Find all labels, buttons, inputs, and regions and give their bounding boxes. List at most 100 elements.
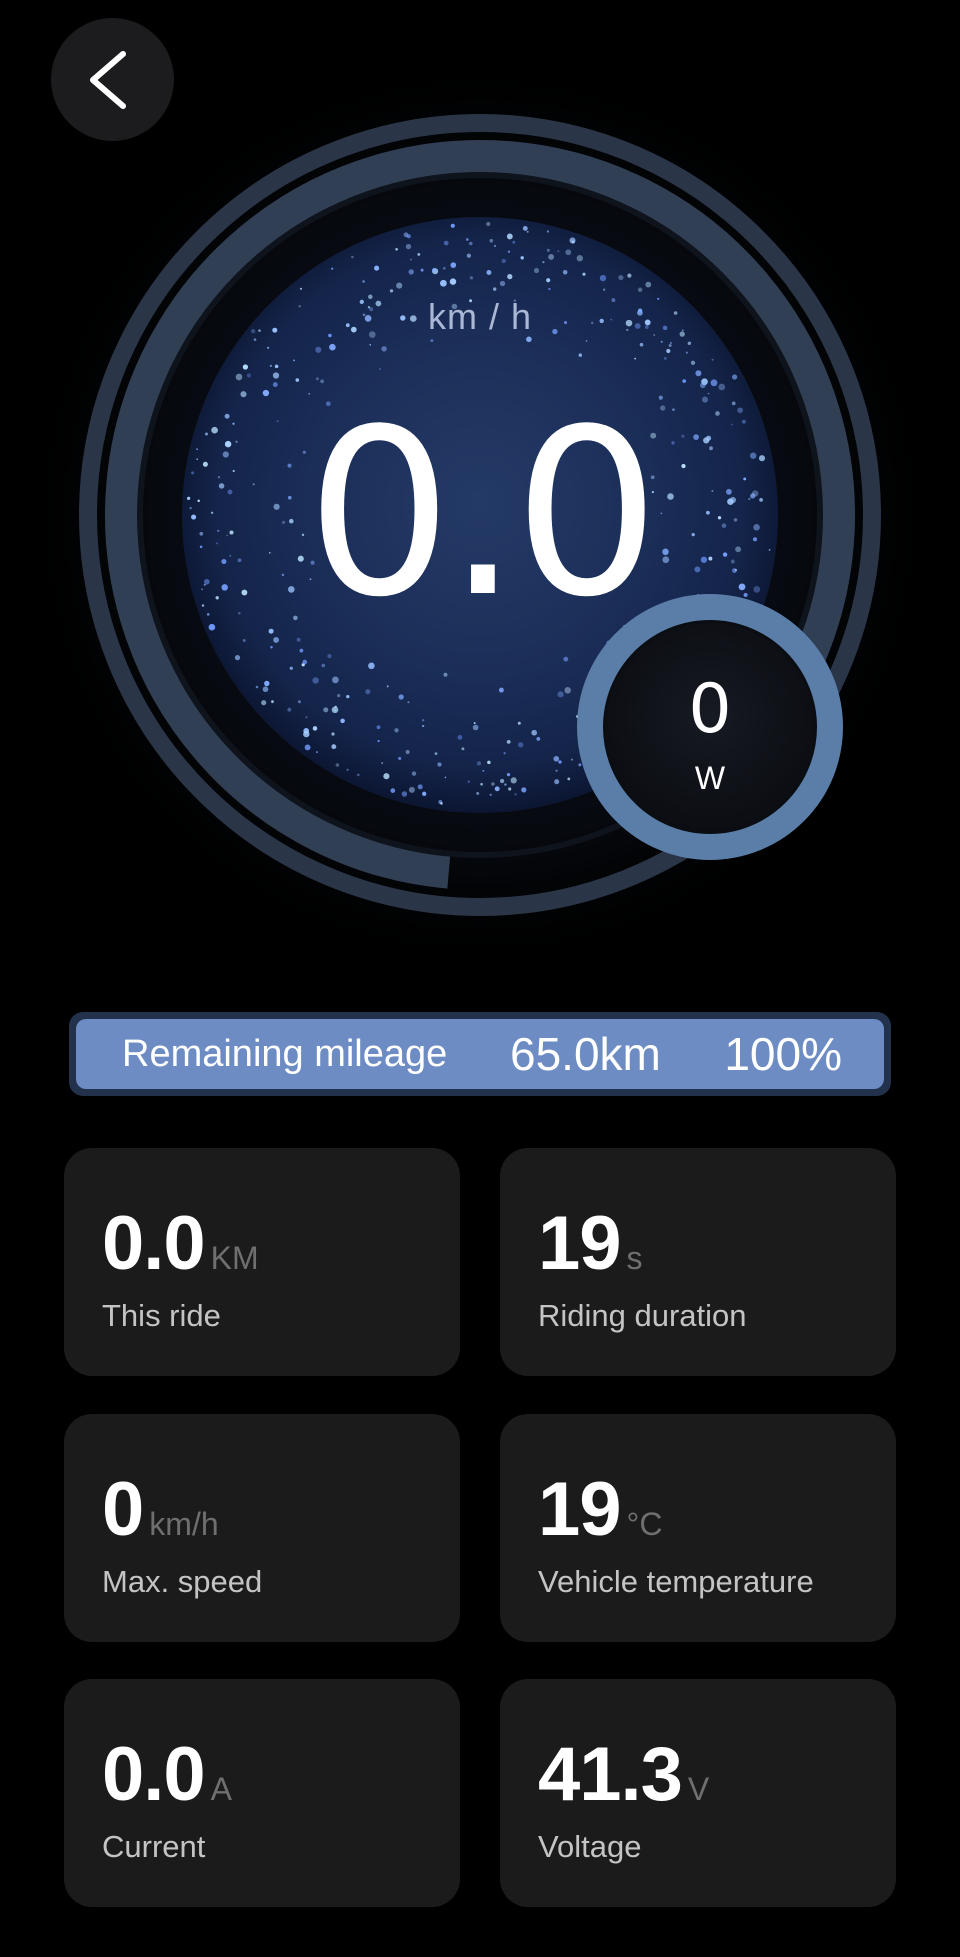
star-particle [377,740,380,743]
star-particle [196,448,199,451]
star-particle [486,270,492,275]
star-particle [331,732,335,736]
star-particle [546,278,551,283]
star-particle [557,250,560,252]
star-particle [270,700,274,704]
star-particle [369,307,374,312]
star-particle [432,268,436,272]
star-particle [201,604,205,607]
star-particle [405,749,410,755]
star-particle [215,596,219,600]
star-particle [563,656,569,662]
star-particle [562,270,568,275]
star-particle [205,432,208,436]
star-particle [564,687,571,694]
star-particle [759,498,763,502]
star-particle [443,240,449,246]
star-particle [299,287,303,290]
star-particle [407,701,410,704]
star-particle [269,364,272,367]
star-particle [315,346,322,353]
stat-label: Current [102,1829,206,1864]
star-particle [657,297,660,300]
stat-label: Vehicle temperature [538,1564,814,1599]
star-particle [553,755,560,762]
star-particle [191,471,195,475]
star-particle [489,238,494,243]
star-particle [323,707,329,713]
star-particle [514,793,517,796]
star-particle [374,265,380,271]
star-particle [287,707,292,712]
star-particle [440,279,447,287]
star-particle [731,374,738,380]
star-particle [499,778,505,784]
star-particle [315,377,319,381]
star-particle [501,258,506,264]
star-particle [521,787,527,793]
star-particle [295,378,300,382]
mileage-fill: Remaining mileage 65.0km 100% [76,1019,884,1089]
star-particle [411,771,417,776]
star-particle [730,423,733,426]
star-particle [199,531,204,536]
stat-card-this-ride: 0.0 KM This ride [64,1148,460,1376]
stat-label: Max. speed [102,1564,263,1599]
star-particle [469,276,474,280]
star-particle [386,685,389,688]
star-particle [758,455,766,462]
star-particle [743,477,747,481]
star-particle [493,287,497,291]
star-particle [644,319,651,326]
star-particle [569,237,576,244]
star-particle [634,323,641,329]
star-particle [536,737,541,741]
star-particle [743,593,747,597]
mileage-percent: 100% [724,1028,842,1080]
star-particle [444,776,447,779]
star-particle [450,262,457,268]
stat-label: Riding duration [538,1298,747,1333]
star-particle [508,787,512,791]
star-particle [512,240,516,244]
star-particle [331,267,334,270]
star-particle [337,694,341,698]
star-particle [321,663,326,668]
star-particle [768,549,771,551]
stat-card-max-speed: 0 km/h Max. speed [64,1414,460,1642]
star-particle [221,584,228,591]
star-particle [625,319,633,327]
star-particle [645,281,652,288]
star-particle [289,666,293,670]
star-particle [395,247,398,251]
star-particle [695,370,702,377]
star-particle [599,318,604,324]
star-particle [752,537,758,542]
star-particle [368,294,373,300]
star-particle [312,726,318,731]
star-particle [332,676,339,684]
star-particle [673,311,678,315]
star-particle [274,364,279,369]
star-particle [491,782,495,786]
star-particle [639,342,644,347]
star-particle [489,793,492,796]
star-particle [518,742,524,748]
star-particle [222,451,229,458]
star-particle [734,568,738,572]
star-particle [504,783,507,786]
star-particle [346,694,350,699]
star-particle [224,413,230,419]
star-particle [422,791,427,796]
star-particle [235,373,243,381]
speed-value: 0.0 [306,381,660,648]
speed-unit-label: km / h [427,296,532,337]
star-particle [299,648,304,653]
star-particle [331,706,339,714]
star-particle [408,269,414,275]
star-particle [473,722,476,725]
star-particle [362,313,366,317]
star-particle [565,249,572,256]
star-particle [748,497,751,501]
power-value: 0 [688,670,732,749]
